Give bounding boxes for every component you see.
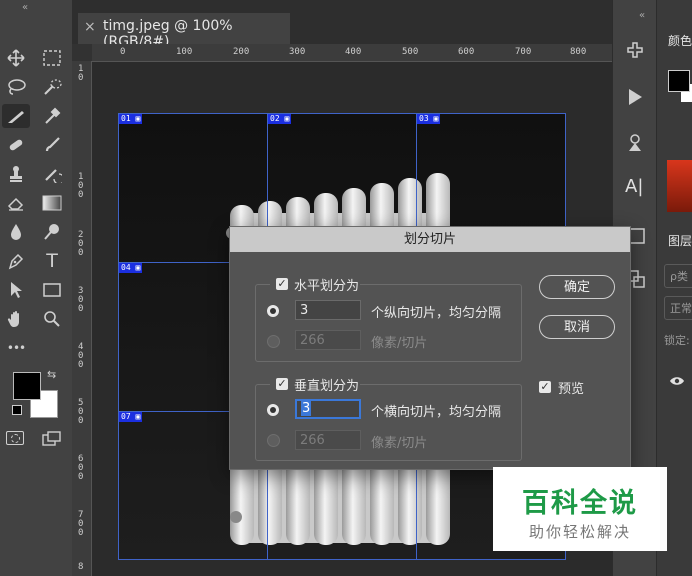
horizontal-pixels-radio[interactable]	[267, 335, 280, 348]
ruler-label: 5 0 0	[78, 398, 84, 426]
ruler-label: 1 0 0	[78, 172, 84, 200]
slice-guide	[118, 559, 566, 560]
slice-badge[interactable]: 07 ▣	[119, 412, 143, 422]
default-colors-icon[interactable]	[12, 405, 22, 415]
watermark-subtitle: 助你轻松解决	[528, 523, 631, 541]
dodge-icon[interactable]	[38, 220, 66, 244]
vertical-divide-checkbox[interactable]: ✓	[276, 378, 288, 390]
color-panel-tab[interactable]: 颜色	[668, 32, 692, 49]
pen-icon[interactable]	[2, 249, 30, 273]
ruler-label: 700	[515, 47, 532, 57]
vertical-ruler: 1 0 1 0 0 2 0 0 3 0 0 4 0 0 5 0 0 6 0 0 …	[72, 61, 92, 576]
rectangle-icon[interactable]	[38, 278, 66, 302]
horizontal-pixels-suffix: 像素/切片	[371, 336, 428, 351]
ruler-label: 200	[233, 47, 250, 57]
type-icon[interactable]: T	[38, 249, 66, 273]
ruler-label: 500	[402, 47, 419, 57]
horizontal-ruler: 0 100 200 300 400 500 600 700 800	[92, 44, 612, 62]
gradient-icon[interactable]	[38, 191, 66, 215]
preview-label: 预览	[558, 382, 585, 397]
vertical-count-radio[interactable]	[267, 404, 279, 416]
collapse-icon[interactable]: «	[22, 2, 28, 13]
ruler-label: 7 0 0	[78, 510, 84, 538]
cancel-button[interactable]: 取消	[539, 315, 615, 339]
layers-panel-tab[interactable]: 图层	[668, 232, 692, 249]
tools-panel: « T ••• ⇆	[0, 0, 72, 576]
ruler-label: 2 0 0	[78, 230, 84, 258]
horizontal-count-suffix: 个纵向切片，均匀分隔	[371, 306, 502, 321]
marquee-icon[interactable]	[38, 46, 66, 70]
ok-button[interactable]: 确定	[539, 275, 615, 299]
move-icon[interactable]	[2, 46, 30, 70]
color-field[interactable]	[667, 160, 692, 212]
close-tab-icon[interactable]: ×	[84, 19, 96, 35]
divide-slice-dialog: 划分切片 ✓ 水平划分为 3 个纵向切片，均匀分隔 266 像素/切片 ✓ 垂直…	[229, 226, 631, 470]
watermark-title: 百科全说	[522, 488, 638, 519]
stamp-icon[interactable]	[2, 162, 30, 186]
quick-select-icon[interactable]	[38, 75, 66, 99]
ruler-label: 3 0 0	[78, 286, 84, 314]
vertical-pixels-radio[interactable]	[267, 434, 280, 447]
ruler-label: 800	[570, 47, 587, 57]
horizontal-pixels-input[interactable]: 266	[295, 330, 361, 350]
document-tab[interactable]: × timg.jpeg @ 100%(RGB/8#)	[78, 13, 290, 50]
vertical-count-input[interactable]: 3	[295, 399, 361, 419]
brush-icon[interactable]	[38, 133, 66, 157]
quick-mask-icon[interactable]	[6, 431, 24, 445]
eraser-icon[interactable]	[2, 191, 30, 215]
ruler-label: 1 0	[78, 64, 84, 83]
ruler-label: 6 0 0	[78, 454, 84, 482]
blend-mode-select[interactable]: 正常	[664, 296, 692, 320]
dialog-title: 划分切片	[230, 227, 630, 252]
ruler-label: 600	[458, 47, 475, 57]
history-brush-icon[interactable]	[38, 162, 66, 186]
ruler-label: 300	[289, 47, 306, 57]
lock-label: 锁定:	[664, 334, 690, 347]
visibility-eye-icon[interactable]	[669, 372, 685, 391]
swap-colors-icon[interactable]: ⇆	[47, 368, 56, 381]
slice-badge[interactable]: 01 ▣	[119, 114, 143, 124]
path-select-icon[interactable]	[2, 278, 30, 302]
ruler-label: 0	[120, 47, 126, 57]
screen-mode-icon[interactable]	[42, 431, 62, 451]
slice-icon[interactable]	[2, 104, 30, 128]
vertical-count-value: 3	[301, 401, 312, 416]
panel-foreground-swatch[interactable]	[668, 70, 690, 92]
ruler-label: 100	[176, 47, 193, 57]
ruler-label: 400	[345, 47, 362, 57]
ruler-label: 8	[78, 562, 84, 572]
ruler-label: 4 0 0	[78, 342, 84, 370]
play-actions-icon[interactable]	[627, 88, 643, 110]
slice-guide	[118, 113, 119, 560]
slice-badge[interactable]: 04 ▣	[119, 263, 143, 273]
horizontal-count-radio[interactable]	[267, 305, 279, 317]
foreground-color-swatch[interactable]	[13, 372, 41, 400]
preview-checkbox[interactable]: ✓	[539, 381, 551, 393]
vertical-divide-label: 垂直划分为	[294, 379, 360, 394]
vertical-pixels-suffix: 像素/切片	[371, 436, 428, 451]
horizontal-count-input[interactable]: 3	[295, 300, 361, 320]
hand-icon[interactable]	[2, 307, 30, 331]
watermark-logo: 百科全说 助你轻松解决	[493, 467, 667, 551]
healing-icon[interactable]	[2, 133, 30, 157]
layer-filter-input[interactable]: ρ类	[664, 264, 692, 288]
slice-badge[interactable]: 03 ▣	[417, 114, 441, 124]
history-panel-icon[interactable]	[624, 40, 646, 64]
blend-mode-label: 正常	[670, 302, 692, 315]
character-panel-icon[interactable]: A|	[625, 176, 643, 197]
eyedropper-icon[interactable]	[38, 104, 66, 128]
vertical-count-suffix: 个横向切片，均匀分隔	[371, 405, 502, 420]
horizontal-divide-label: 水平划分为	[294, 279, 360, 294]
slice-guide	[118, 113, 566, 114]
more-tools-icon[interactable]: •••	[2, 336, 30, 360]
lasso-icon[interactable]	[2, 75, 30, 99]
layer-filter-label: ρ类	[670, 270, 688, 283]
horizontal-divide-checkbox[interactable]: ✓	[276, 278, 288, 290]
slice-badge[interactable]: 02 ▣	[268, 114, 292, 124]
puppet-icon[interactable]	[626, 133, 644, 157]
blur-icon[interactable]	[2, 220, 30, 244]
collapse-icon[interactable]: «	[639, 10, 645, 21]
vertical-pixels-input[interactable]: 266	[295, 430, 361, 450]
zoom-icon[interactable]	[38, 307, 66, 331]
